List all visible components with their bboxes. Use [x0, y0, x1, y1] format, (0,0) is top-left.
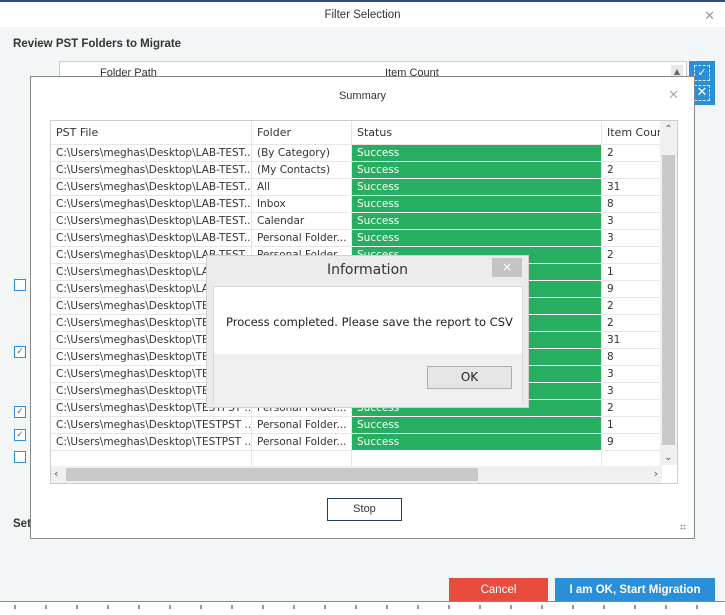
close-icon[interactable]: ×	[492, 258, 522, 277]
table-row[interactable]: C:\Users\meghas\Desktop\LAB-TEST.... (By …	[51, 145, 662, 162]
option-checkbox-5[interactable]	[14, 451, 26, 463]
cell-status: Success	[352, 179, 602, 196]
cell-pst-file: C:\Users\meghas\Desktop\TESTPST ....	[51, 417, 252, 434]
option-checkbox-1[interactable]	[14, 279, 26, 291]
info-message: Process completed. Please save the repor…	[226, 315, 513, 329]
cell-item-count: 8	[602, 196, 662, 213]
cell-item-count: 8	[602, 349, 662, 366]
cell-folder: (By Category)	[252, 145, 352, 162]
cell-item-count: 31	[602, 332, 662, 349]
table-row[interactable]: C:\Users\meghas\Desktop\LAB-TEST....Pers…	[51, 230, 662, 247]
cell-status: Success	[352, 434, 602, 451]
cell-pst-file: C:\Users\meghas\Desktop\LAB-TEST....	[51, 145, 252, 162]
information-dialog: Information × Process completed. Please …	[206, 255, 529, 408]
horizontal-scroll-thumb[interactable]	[66, 468, 478, 481]
horizontal-scrollbar[interactable]: ‹ ›	[51, 466, 662, 483]
table-row[interactable]: C:\Users\meghas\Desktop\TESTPST .... Pers…	[51, 417, 662, 434]
cell-status: Success	[352, 196, 602, 213]
cell-item-count: 3	[602, 383, 662, 400]
cell-item-count: 9	[602, 281, 662, 298]
scroll-right-icon[interactable]: ›	[654, 467, 658, 480]
filter-selection-titlebar: Filter Selection ✕	[0, 2, 725, 27]
cell-item-count: 2	[602, 247, 662, 264]
background-window-strip	[0, 601, 725, 615]
resize-grip-icon[interactable]	[680, 524, 686, 530]
cell-status: Success	[352, 213, 602, 230]
stop-button[interactable]: Stop	[327, 498, 402, 521]
cell-item-count: 1	[602, 264, 662, 281]
column-header-folder[interactable]: Folder	[252, 121, 352, 145]
deselect-all-cross-icon[interactable]: ✕	[694, 85, 710, 101]
cell-item-count: 3	[602, 366, 662, 383]
column-header-item-count[interactable]: Item Count	[602, 121, 662, 145]
ok-button[interactable]: OK	[427, 366, 512, 389]
scroll-up-icon[interactable]: ⌃	[660, 124, 677, 135]
column-header-status[interactable]: Status	[352, 121, 602, 145]
info-dialog-title: Information	[326, 262, 409, 278]
grid-header: PST File Folder Status Item Count	[51, 121, 662, 145]
close-icon[interactable]: ✕	[704, 10, 715, 23]
close-icon[interactable]: ✕	[668, 89, 679, 102]
cell-item-count: 3	[602, 213, 662, 230]
select-all-check-icon[interactable]: ✓	[694, 65, 710, 81]
cell-item-count: 3	[602, 230, 662, 247]
cell-pst-file: C:\Users\meghas\Desktop\TESTPST ....	[51, 434, 252, 451]
cell-folder: Personal Folder...	[252, 230, 352, 247]
cancel-button[interactable]: Cancel	[449, 578, 548, 602]
cell-status: Success	[352, 230, 602, 247]
window-title: Filter Selection	[324, 9, 401, 21]
option-checkbox-2[interactable]: ✓	[14, 346, 26, 358]
column-header-pst-file[interactable]: PST File	[51, 121, 252, 145]
cell-folder: All	[252, 179, 352, 196]
table-row[interactable]: C:\Users\meghas\Desktop\LAB-TEST.... (My …	[51, 162, 662, 179]
cell-pst-file: C:\Users\meghas\Desktop\LAB-TEST....	[51, 213, 252, 230]
cell-pst-file: C:\Users\meghas\Desktop\LAB-TEST....	[51, 162, 252, 179]
cell-item-count: 31	[602, 179, 662, 196]
cell-item-count: 2	[602, 298, 662, 315]
table-row[interactable]: C:\Users\meghas\Desktop\LAB-TEST.... Cale…	[51, 213, 662, 230]
cell-item-count: 9	[602, 434, 662, 451]
scroll-left-icon[interactable]: ‹	[54, 467, 58, 480]
review-folders-label: Review PST Folders to Migrate	[13, 38, 182, 50]
cell-folder: Personal Folder...	[252, 417, 352, 434]
scroll-down-icon[interactable]: ⌄	[660, 452, 677, 463]
table-row[interactable]: C:\Users\meghas\Desktop\LAB-TEST.... All S…	[51, 179, 662, 196]
option-checkbox-3[interactable]: ✓	[14, 406, 26, 418]
cell-item-count: 2	[602, 400, 662, 417]
start-migration-button[interactable]: I am OK, Start Migration	[555, 578, 715, 602]
table-row[interactable]: C:\Users\meghas\Desktop\TESTPST .... Pers…	[51, 434, 662, 451]
cell-pst-file: C:\Users\meghas\Desktop\LAB-TEST....	[51, 196, 252, 213]
info-dialog-body: Process completed. Please save the repor…	[213, 286, 523, 403]
cell-pst-file: C:\Users\meghas\Desktop\LAB-TEST....	[51, 179, 252, 196]
cell-item-count: 1	[602, 417, 662, 434]
cell-folder: Personal Folder...	[252, 434, 352, 451]
vertical-scrollbar[interactable]: ⌃ ⌄	[660, 121, 677, 465]
cell-pst-file: C:\Users\meghas\Desktop\LAB-TEST....	[51, 230, 252, 247]
cell-status: Success	[352, 162, 602, 179]
info-dialog-footer: OK	[214, 354, 522, 403]
cell-item-count: 2	[602, 315, 662, 332]
cell-item-count: 2	[602, 162, 662, 179]
table-row[interactable]: C:\Users\meghas\Desktop\LAB-TEST.... Inbo…	[51, 196, 662, 213]
cell-status: Success	[352, 145, 602, 162]
cell-folder: Calendar	[252, 213, 352, 230]
summary-title: Summary	[338, 90, 387, 102]
cell-folder: Inbox	[252, 196, 352, 213]
settings-label: Set	[13, 518, 31, 530]
cell-status: Success	[352, 417, 602, 434]
cell-item-count: 2	[602, 145, 662, 162]
vertical-scroll-thumb[interactable]	[662, 155, 675, 445]
option-checkbox-4[interactable]: ✓	[14, 429, 26, 441]
cell-folder: (My Contacts)	[252, 162, 352, 179]
